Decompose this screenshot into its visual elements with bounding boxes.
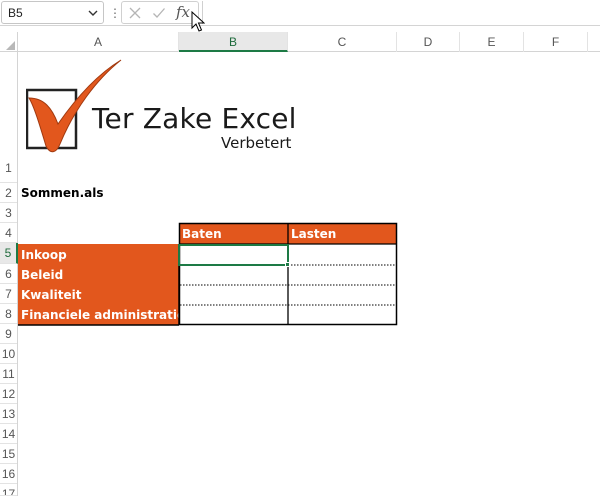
row-header-7[interactable]: 7 xyxy=(0,284,17,304)
row-header-9[interactable]: 9 xyxy=(0,324,17,344)
row-header-8[interactable]: 8 xyxy=(0,304,17,324)
row-header-12[interactable]: 12 xyxy=(0,384,17,404)
row-header-13[interactable]: 13 xyxy=(0,404,17,424)
logo-subtitle: Verbetert xyxy=(221,134,292,152)
row-label: Inkoop xyxy=(21,248,67,262)
header-cell-lasten[interactable]: Lasten xyxy=(288,223,397,244)
row-label-cell[interactable]: Inkoop xyxy=(18,244,179,265)
mouse-pointer-icon xyxy=(191,11,205,32)
active-cell-b5[interactable] xyxy=(178,244,289,266)
row-header-1[interactable]: 1 xyxy=(0,52,17,183)
more-options-icon[interactable]: ⋮ xyxy=(109,5,121,21)
row-label: Kwaliteit xyxy=(21,288,82,302)
row-header-3[interactable]: 3 xyxy=(0,203,17,223)
name-box[interactable]: B5 xyxy=(1,1,104,24)
chevron-down-icon[interactable] xyxy=(87,7,99,19)
insert-function-button[interactable]: fx xyxy=(176,3,190,21)
column-header-b[interactable]: B xyxy=(179,32,288,52)
close-icon[interactable] xyxy=(128,6,142,20)
select-all-button[interactable] xyxy=(0,32,18,52)
row-header-2[interactable]: 2 xyxy=(0,183,17,203)
name-box-value: B5 xyxy=(8,6,23,20)
logo-title: Ter Zake Excel xyxy=(92,102,297,135)
row-label: Beleid xyxy=(21,268,64,282)
column-header-f[interactable]: F xyxy=(524,32,588,52)
check-icon[interactable] xyxy=(152,6,166,20)
column-header-a[interactable]: A xyxy=(18,32,179,52)
row-header-4[interactable]: 4 xyxy=(0,223,17,243)
row-label-cell[interactable]: Beleid xyxy=(18,265,179,285)
column-header-d[interactable]: D xyxy=(397,32,460,52)
formula-bar: B5 ⋮ fx xyxy=(0,0,600,32)
header-cell-baten[interactable]: Baten xyxy=(179,223,288,244)
row-label-cell[interactable]: Kwaliteit xyxy=(18,285,179,305)
formula-input[interactable] xyxy=(202,1,600,24)
row-header-10[interactable]: 10 xyxy=(0,344,17,364)
column-header-e[interactable]: E xyxy=(460,32,524,52)
row-label: Financiele administratie xyxy=(21,308,186,322)
column-header-bar: A B C D E F xyxy=(0,32,600,52)
sheet-heading: Sommen.als xyxy=(21,186,104,200)
formula-buttons: fx xyxy=(121,1,199,24)
row-label-cell[interactable]: Financiele administratie xyxy=(18,305,185,325)
row-header-bar: 1 2 3 4 5 6 7 8 9 10 11 12 13 14 15 16 1… xyxy=(0,52,18,496)
row-header-15[interactable]: 15 xyxy=(0,444,17,464)
fill-handle[interactable] xyxy=(285,262,290,267)
row-header-5[interactable]: 5 xyxy=(0,243,18,264)
row-header-14[interactable]: 14 xyxy=(0,424,17,444)
row-header-6[interactable]: 6 xyxy=(0,264,17,284)
header-label-lasten: Lasten xyxy=(291,227,337,241)
row-header-17[interactable]: 17 xyxy=(0,484,17,496)
row-header-11[interactable]: 11 xyxy=(0,364,17,384)
header-label-baten: Baten xyxy=(182,227,222,241)
row-header-16[interactable]: 16 xyxy=(0,464,17,484)
column-header-c[interactable]: C xyxy=(288,32,397,52)
